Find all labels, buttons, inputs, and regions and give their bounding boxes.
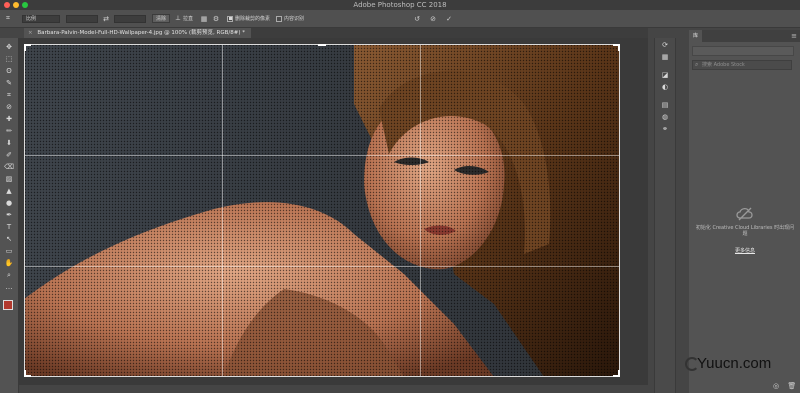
tool-1-icon[interactable]: ⬚ [3, 54, 15, 64]
panel-menu-icon[interactable]: ≡ [791, 30, 797, 42]
content-aware-checkbox[interactable] [276, 15, 283, 22]
ratio-select[interactable]: 比例 [22, 14, 60, 23]
commit-icon[interactable]: ✓ [444, 14, 454, 24]
crop-handle-bottom-right[interactable] [613, 370, 620, 377]
delete-cropped-checkbox[interactable] [227, 15, 234, 22]
crop-tool-preset-icon[interactable]: ⌗ [3, 14, 13, 24]
status-bar [19, 385, 648, 393]
tool-3-icon[interactable]: ✎ [3, 78, 15, 88]
document-image[interactable] [24, 44, 620, 377]
collapsed-panels-strip: ⟳ ▦ ◪ ◐ ▤ ◍ ⚭ [654, 38, 676, 393]
document-tab[interactable]: × Barbara-Palvin-Model-Full-HD-Wallpaper… [24, 28, 251, 38]
height-field[interactable] [114, 14, 146, 23]
tab-libraries[interactable]: 库 [689, 30, 703, 42]
watermark-text: Yuucn.com [697, 355, 772, 372]
ratio-select-value: 比例 [26, 15, 37, 22]
content-aware-option[interactable]: 内容识别 [276, 15, 304, 22]
tools-panel: ✥ ⬚ ʘ ✎ ⌗ ⊘ ✚ ✏ ⬇ ✐ ⌫ ▨ ▲ ● ✒ T ↖ ▭ ✋ ⌕ … [0, 38, 19, 393]
tool-20-icon[interactable]: … [3, 282, 15, 292]
swatches-icon[interactable]: ▦ [659, 52, 671, 62]
straighten-icon[interactable]: ⟂ [173, 14, 183, 24]
crop-guide-vertical-1 [222, 44, 223, 377]
options-bar: ⌗ 比例 ⇄ 清除 ⟂ 拉直 ▦ ⚙ 删除裁剪的像素 内容识别 ↺ ⊘ ✓ [0, 10, 800, 28]
crop-handle-top-left[interactable] [24, 44, 31, 51]
watermark-logo: Yuucn.com [685, 354, 797, 376]
crop-guide-horizontal-1 [24, 155, 620, 156]
tool-2-icon[interactable]: ʘ [3, 66, 15, 76]
history-icon[interactable]: ⟳ [659, 40, 671, 50]
tool-17-icon[interactable]: ▭ [3, 246, 15, 256]
tool-8-icon[interactable]: ⬇ [3, 138, 15, 148]
close-tab-icon[interactable]: × [28, 30, 33, 36]
more-info-link[interactable]: 更多信息 [695, 247, 795, 254]
tool-11-icon[interactable]: ▨ [3, 174, 15, 184]
straighten-label: 拉直 [183, 16, 194, 22]
paths-icon[interactable]: ⚭ [659, 124, 671, 134]
swap-icon[interactable]: ⇄ [101, 14, 111, 24]
tool-19-icon[interactable]: ⌕ [3, 270, 15, 280]
libraries-error-message: 初始化 Creative Cloud Libraries 时出现问题 [695, 225, 795, 237]
tool-7-icon[interactable]: ✏ [3, 126, 15, 136]
tool-16-icon[interactable]: ↖ [3, 234, 15, 244]
tool-10-icon[interactable]: ⌫ [3, 162, 15, 172]
tool-6-icon[interactable]: ✚ [3, 114, 15, 124]
cancel-icon[interactable]: ⊘ [428, 14, 438, 24]
search-icon: ⌕ [695, 61, 699, 68]
width-field[interactable] [66, 14, 98, 23]
delete-cropped-option[interactable]: 删除裁剪的像素 [227, 15, 270, 22]
panel-footer-icons: ◎ 🗑 [773, 382, 796, 390]
tool-4-icon[interactable]: ⌗ [3, 90, 15, 100]
tool-5-icon[interactable]: ⊘ [3, 102, 15, 112]
tool-15-icon[interactable]: T [3, 222, 15, 232]
creative-cloud-error-icon [735, 206, 755, 222]
trash-icon[interactable]: 🗑 [787, 382, 796, 390]
settings-gear-icon[interactable]: ⚙ [211, 14, 221, 24]
color-icon[interactable]: ◪ [659, 70, 671, 80]
crop-guide-horizontal-2 [24, 266, 620, 267]
delete-cropped-label: 删除裁剪的像素 [235, 16, 271, 22]
foreground-color-swatch[interactable] [3, 300, 13, 310]
portrait-photo [24, 44, 620, 377]
tool-13-icon[interactable]: ● [3, 198, 15, 208]
clear-button[interactable]: 清除 [152, 14, 171, 23]
tool-9-icon[interactable]: ✐ [3, 150, 15, 160]
tool-14-icon[interactable]: ✒ [3, 210, 15, 220]
crop-handle-top-mid[interactable] [318, 44, 326, 51]
content-aware-label: 内容识别 [284, 16, 305, 22]
panel-tab-bar: 库 ≡ [689, 30, 800, 42]
channels-icon[interactable]: ◍ [659, 112, 671, 122]
reset-icon[interactable]: ↺ [412, 14, 422, 24]
tool-0-icon[interactable]: ✥ [3, 42, 15, 52]
window-title: Adobe Photoshop CC 2018 [353, 1, 447, 9]
crop-guide-vertical-2 [420, 44, 421, 377]
document-tab-label: Barbara-Palvin-Model-Full-HD-Wallpaper-4… [37, 30, 245, 36]
overlay-options-icon[interactable]: ▦ [199, 14, 209, 24]
stock-search-placeholder: 搜索 Adobe Stock [702, 62, 745, 68]
tool-18-icon[interactable]: ✋ [3, 258, 15, 268]
crop-handle-top-right[interactable] [613, 44, 620, 51]
document-tab-bar: × Barbara-Palvin-Model-Full-HD-Wallpaper… [24, 28, 648, 38]
creative-cloud-icon[interactable]: ◎ [773, 382, 779, 390]
stock-search-input[interactable]: ⌕ 搜索 Adobe Stock [692, 60, 792, 70]
adjustments-icon[interactable]: ◐ [659, 82, 671, 92]
window-titlebar: Adobe Photoshop CC 2018 [0, 0, 800, 10]
crop-handle-bottom-left[interactable] [24, 370, 31, 377]
tool-12-icon[interactable]: ▲ [3, 186, 15, 196]
layers-icon[interactable]: ▤ [659, 100, 671, 110]
library-select[interactable] [692, 46, 794, 56]
